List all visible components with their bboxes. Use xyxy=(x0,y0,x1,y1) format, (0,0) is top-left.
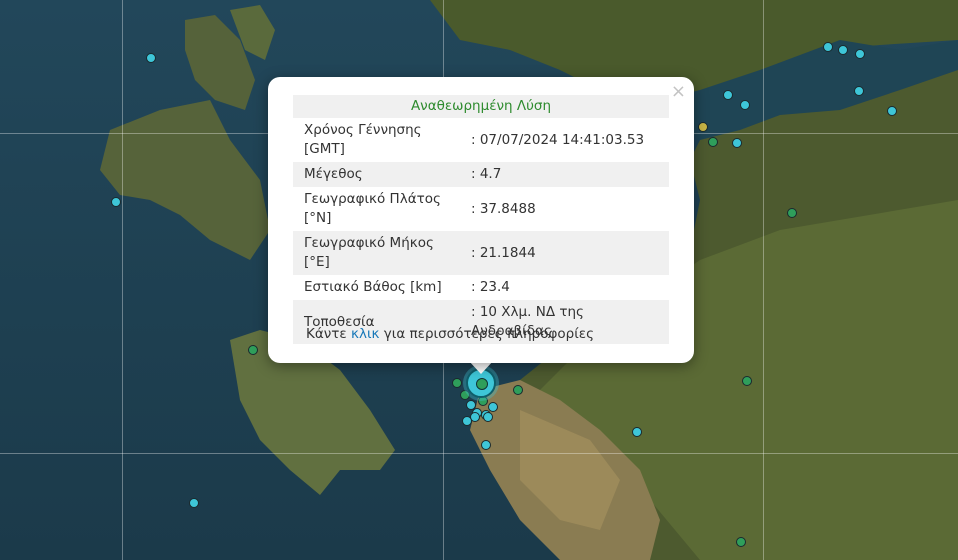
more-info-link[interactable]: κλικ xyxy=(351,326,379,342)
more-info-line: Κάντε κλικ για περισσότερες πληροφορίες xyxy=(306,326,594,342)
earthquake-marker[interactable] xyxy=(887,106,897,116)
info-value: : 07/07/2024 14:41:03.53 xyxy=(471,131,645,148)
earthquake-marker-center xyxy=(476,378,488,390)
more-info-prefix: Κάντε xyxy=(306,326,347,342)
earthquake-marker[interactable] xyxy=(632,427,642,437)
popup-header: Αναθεωρημένη Λύση xyxy=(293,95,669,118)
info-label: Γεωγραφικό Πλάτος [°N] xyxy=(304,191,441,226)
earthquake-marker[interactable] xyxy=(708,137,718,147)
earthquake-marker[interactable] xyxy=(787,208,797,218)
earthquake-marker[interactable] xyxy=(488,402,498,412)
earthquake-marker[interactable] xyxy=(854,86,864,96)
earthquake-marker[interactable] xyxy=(838,45,848,55)
info-label: Μέγεθος xyxy=(293,162,468,187)
earthquake-info-table: Αναθεωρημένη Λύση Χρόνος Γέννησης [GMT] … xyxy=(293,95,669,344)
earthquake-marker[interactable] xyxy=(452,378,462,388)
earthquake-marker[interactable] xyxy=(483,412,493,422)
earthquake-marker[interactable] xyxy=(823,42,833,52)
earthquake-marker[interactable] xyxy=(189,498,199,508)
info-row-longitude: Γεωγραφικό Μήκος [°E] : 21.1844 xyxy=(293,231,669,275)
earthquake-info-popup: × Αναθεωρημένη Λύση Χρόνος Γέννησης [GMT… xyxy=(268,77,694,363)
info-row-magnitude: Μέγεθος : 4.7 xyxy=(293,162,669,187)
info-row-latitude: Γεωγραφικό Πλάτος [°N] : 37.8488 xyxy=(293,187,669,231)
info-value: : 4.7 xyxy=(468,162,669,187)
earthquake-marker[interactable] xyxy=(723,90,733,100)
earthquake-marker[interactable] xyxy=(698,122,708,132)
earthquake-marker[interactable] xyxy=(855,49,865,59)
grid-line xyxy=(0,453,958,454)
more-info-suffix: για περισσότερες πληροφορίες xyxy=(383,326,595,342)
earthquake-marker[interactable] xyxy=(146,53,156,63)
info-value: : 37.8488 xyxy=(471,200,536,217)
earthquake-marker[interactable] xyxy=(740,100,750,110)
popup-header-row: Αναθεωρημένη Λύση xyxy=(293,95,669,118)
earthquake-marker[interactable] xyxy=(481,440,491,450)
earthquake-marker[interactable] xyxy=(736,537,746,547)
earthquake-marker[interactable] xyxy=(513,385,523,395)
grid-line xyxy=(122,0,123,560)
info-value: : 21.1844 xyxy=(468,231,669,275)
info-label: Γεωγραφικό Μήκος [°E] xyxy=(293,231,468,275)
info-row-origin-time: Χρόνος Γέννησης [GMT] : 07/07/2024 14:41… xyxy=(293,118,669,162)
earthquake-marker[interactable] xyxy=(732,138,742,148)
info-label: Εστιακό Βάθος [km] xyxy=(304,279,442,295)
info-row-depth: Εστιακό Βάθος [km] : 23.4 xyxy=(293,275,669,300)
earthquake-marker[interactable] xyxy=(248,345,258,355)
satellite-map[interactable]: × Αναθεωρημένη Λύση Χρόνος Γέννησης [GMT… xyxy=(0,0,958,560)
info-value: : 23.4 xyxy=(471,279,510,295)
earthquake-marker[interactable] xyxy=(742,376,752,386)
info-label: Χρόνος Γέννησης [GMT] xyxy=(304,122,422,157)
close-icon[interactable]: × xyxy=(671,81,686,102)
earthquake-marker[interactable] xyxy=(462,416,472,426)
earthquake-marker[interactable] xyxy=(111,197,121,207)
grid-line xyxy=(763,0,764,560)
